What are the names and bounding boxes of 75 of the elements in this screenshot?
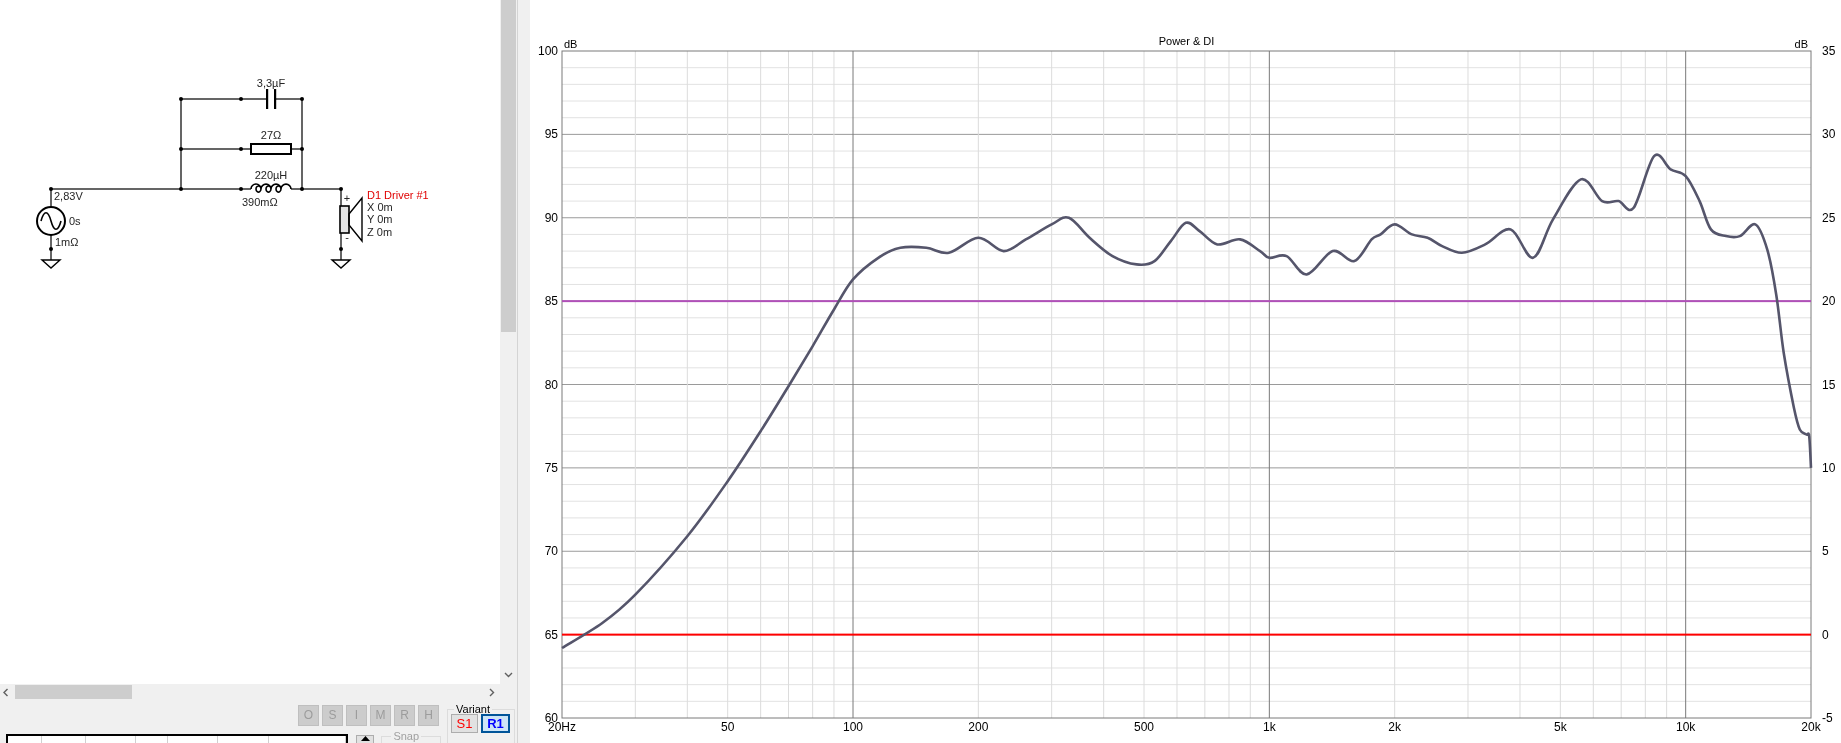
junction-dot (300, 147, 304, 151)
axis-tick-label: 10 (1822, 460, 1836, 475)
junction-dot (239, 147, 243, 151)
component-label: 390mΩ (242, 196, 278, 208)
junction-dot (239, 97, 243, 101)
ac-source-icon (36, 206, 66, 236)
polarity-label: + (343, 192, 351, 204)
scroll-left-icon[interactable] (3, 687, 9, 697)
junction-dot (179, 97, 183, 101)
axis-tick-label: 500 (1134, 720, 1154, 734)
component-label: 220µH (254, 169, 288, 181)
junction-dot (300, 97, 304, 101)
axis-tick-label: 2k (1388, 720, 1401, 734)
axis-tick-label: -5 (1822, 711, 1833, 725)
junction-dot (339, 247, 343, 251)
speaker-icon (339, 196, 363, 243)
junction-dot (49, 247, 53, 251)
polarity-label: - (345, 231, 349, 243)
axis-tick-label: 0 (1822, 627, 1829, 642)
axis-tick-label: 5 (1822, 544, 1829, 559)
capacitor-icon (266, 89, 277, 109)
axis-tick-label: 1k (1263, 720, 1276, 734)
axis-tick-label: 100 (537, 44, 558, 58)
junction-dot (300, 187, 304, 191)
variant-button[interactable]: R1 (481, 714, 510, 733)
ground-icon (330, 259, 352, 269)
wire (340, 233, 342, 260)
scroll-right-icon[interactable] (489, 687, 495, 697)
chart-title: Power & DI (1158, 35, 1215, 47)
move-up-button[interactable] (356, 735, 375, 743)
wire (50, 235, 52, 260)
axis-tick-label: 50 (721, 720, 735, 734)
junction-dot (339, 187, 343, 191)
component-label: Y 0m (367, 213, 393, 225)
axis-tick-label: 15 (1822, 377, 1836, 392)
ground-icon (40, 259, 62, 269)
component-label: 1mΩ (55, 236, 79, 248)
group-label: Variant (455, 704, 492, 714)
component-label: 2,83V (54, 190, 83, 202)
component-label: X 0m (367, 201, 393, 213)
axis-tick-label: 25 (1822, 210, 1836, 225)
inductor-icon (250, 183, 292, 193)
axis-unit-label: dB (564, 38, 578, 50)
axis-tick-label: 100 (843, 720, 863, 734)
component-label: 27Ω (260, 129, 282, 141)
axis-tick-label: 10k (1676, 720, 1696, 734)
axis-tick-label: 200 (968, 720, 989, 734)
up-arrow-icon (360, 736, 370, 741)
axis-tick-label: 20 (1822, 294, 1836, 309)
scroll-down-icon[interactable] (504, 672, 513, 678)
group-label: Snap (392, 731, 421, 741)
component-label: 3,3µF (256, 77, 286, 89)
junction-dot (179, 187, 183, 191)
scrollbar-thumb[interactable] (15, 685, 132, 699)
axis-tick-label: 90 (544, 210, 558, 225)
junction-dot (49, 187, 53, 191)
axis-tick-label: 75 (544, 460, 558, 475)
scrollbar-thumb[interactable] (501, 0, 516, 332)
junction-dot (239, 187, 243, 191)
resistor-icon (250, 143, 292, 155)
junction-dot (179, 147, 183, 151)
axis-unit-label: dB (1794, 38, 1808, 50)
axis-tick-label: 80 (544, 377, 558, 392)
variant-button[interactable]: S1 (451, 714, 478, 733)
component-label: 0s (69, 215, 81, 227)
component-label: Z 0m (367, 226, 393, 238)
axis-tick-label: 70 (544, 544, 558, 559)
driver-name-label: D1 Driver #1 (367, 189, 429, 201)
axis-tick-label: 95 (544, 127, 558, 142)
axis-tick-label: 30 (1822, 127, 1836, 142)
axis-tick-label: 20k (1801, 720, 1821, 734)
axis-tick-label: 65 (544, 627, 558, 642)
axis-tick-label: 5k (1554, 720, 1567, 734)
axis-tick-label: 85 (544, 294, 558, 309)
axis-tick-label: 35 (1822, 44, 1836, 58)
